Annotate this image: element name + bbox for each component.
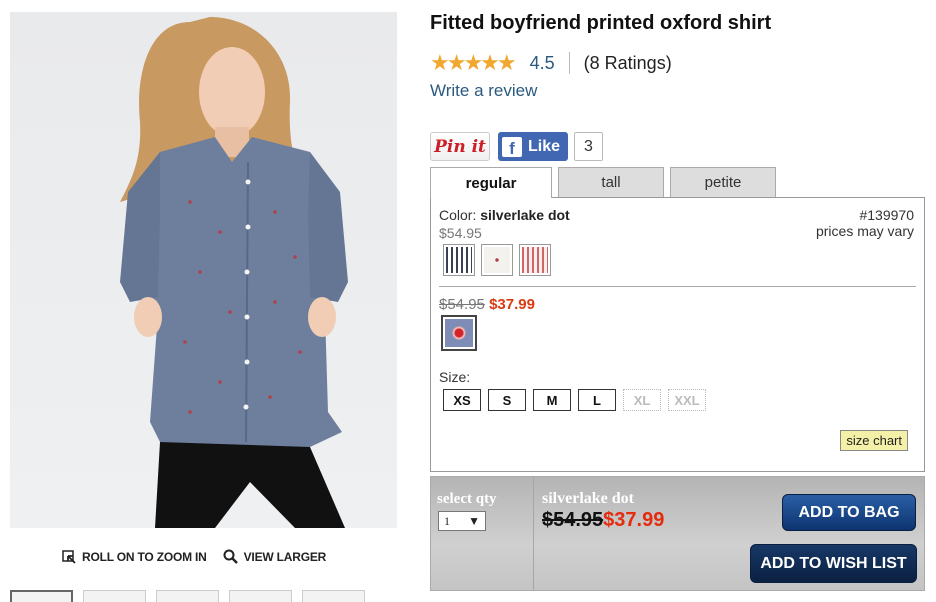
swatch-navy-stripe[interactable] xyxy=(443,244,475,276)
add-to-wish-list-button[interactable]: ADD TO WISH LIST xyxy=(750,544,917,583)
thumbnail[interactable] xyxy=(302,590,365,602)
fit-tabs: regular tall petite xyxy=(430,167,776,198)
thumbnail-strip xyxy=(10,590,365,602)
add-to-bag-button[interactable]: ADD TO BAG xyxy=(782,494,916,531)
model-illustration xyxy=(120,17,348,528)
write-review-link[interactable]: Write a review xyxy=(430,81,537,101)
divider xyxy=(439,286,916,287)
color-name: silverlake dot xyxy=(480,207,570,223)
zoom-tool[interactable]: ROLL ON TO ZOOM IN xyxy=(62,550,207,564)
tab-tall[interactable]: tall xyxy=(558,167,664,197)
size-xs[interactable]: XS xyxy=(443,389,481,411)
product-title: Fitted boyfriend printed oxford shirt xyxy=(430,12,772,34)
rating-row: ★★★★★ 4.5 (8 Ratings) xyxy=(430,50,672,76)
price-note: prices may vary xyxy=(815,223,914,239)
thumbnail[interactable] xyxy=(229,590,292,602)
item-number: #139970 xyxy=(859,207,914,223)
like-count: 3 xyxy=(574,132,603,161)
sale-price: $37.99 xyxy=(489,296,535,313)
product-image[interactable] xyxy=(10,12,397,528)
size-xxl: XXL xyxy=(668,389,706,411)
bar-original-price: $54.95 xyxy=(542,509,604,531)
thumbnail[interactable] xyxy=(83,590,146,602)
original-price: $54.95 xyxy=(439,296,485,313)
star-rating-icon: ★★★★★ xyxy=(430,50,517,75)
tab-petite[interactable]: petite xyxy=(670,167,776,197)
size-xl: XL xyxy=(623,389,661,411)
color-prefix: Color: xyxy=(439,207,481,223)
quantity-select[interactable]: 1 ▼ xyxy=(438,511,486,531)
facebook-like-button[interactable]: f Like xyxy=(498,132,569,161)
thumbnail[interactable] xyxy=(156,590,219,602)
selected-color-name: silverlake dot xyxy=(542,490,634,507)
tab-regular[interactable]: regular xyxy=(430,167,552,198)
pinit-button[interactable]: Pin it xyxy=(430,132,490,161)
image-tools: ROLL ON TO ZOOM IN VIEW LARGER xyxy=(62,549,326,564)
ratings-count[interactable]: (8 Ratings) xyxy=(584,53,672,74)
social-buttons: Pin it f Like 3 xyxy=(430,132,603,161)
bar-sale-price: $37.99 xyxy=(603,509,665,531)
swatch-white-dot[interactable] xyxy=(481,244,513,276)
swatch-red-stripe[interactable] xyxy=(519,244,551,276)
size-options: XS S M L XL XXL xyxy=(443,389,706,411)
rating-value[interactable]: 4.5 xyxy=(530,53,555,74)
quantity-box: select qty 1 ▼ xyxy=(431,477,534,590)
color-label: Color: silverlake dot xyxy=(439,207,570,223)
like-label: Like xyxy=(528,137,561,155)
sale-price-row: $54.95 $37.99 xyxy=(439,296,535,313)
bar-prices: $54.95$37.99 xyxy=(542,509,664,532)
options-panel: Color: silverlake dot #139970 prices may… xyxy=(430,197,925,472)
dropdown-arrow-icon: ▼ xyxy=(468,513,480,528)
magnifier-icon xyxy=(223,549,238,564)
purchase-bar: select qty 1 ▼ silverlake dot $54.95$37.… xyxy=(430,476,925,591)
zoom-cursor-icon xyxy=(62,549,76,564)
view-larger-label: VIEW LARGER xyxy=(243,549,327,564)
size-chart-link[interactable]: size chart xyxy=(840,430,908,451)
size-s[interactable]: S xyxy=(488,389,526,411)
view-larger-button[interactable]: VIEW LARGER xyxy=(223,549,326,564)
size-label: Size: xyxy=(439,369,471,385)
size-m[interactable]: M xyxy=(533,389,571,411)
facebook-icon: f xyxy=(502,136,522,157)
base-price: $54.95 xyxy=(439,225,482,241)
item-number-block: #139970 prices may vary xyxy=(816,207,914,239)
zoom-label: ROLL ON TO ZOOM IN xyxy=(82,549,207,564)
qty-label: select qty xyxy=(437,491,497,507)
color-swatches xyxy=(443,244,551,276)
size-l[interactable]: L xyxy=(578,389,616,411)
qty-value: 1 xyxy=(444,513,450,528)
thumbnail[interactable] xyxy=(10,590,73,602)
divider xyxy=(568,52,570,74)
selected-swatch-silverlake-dot[interactable] xyxy=(441,315,477,351)
